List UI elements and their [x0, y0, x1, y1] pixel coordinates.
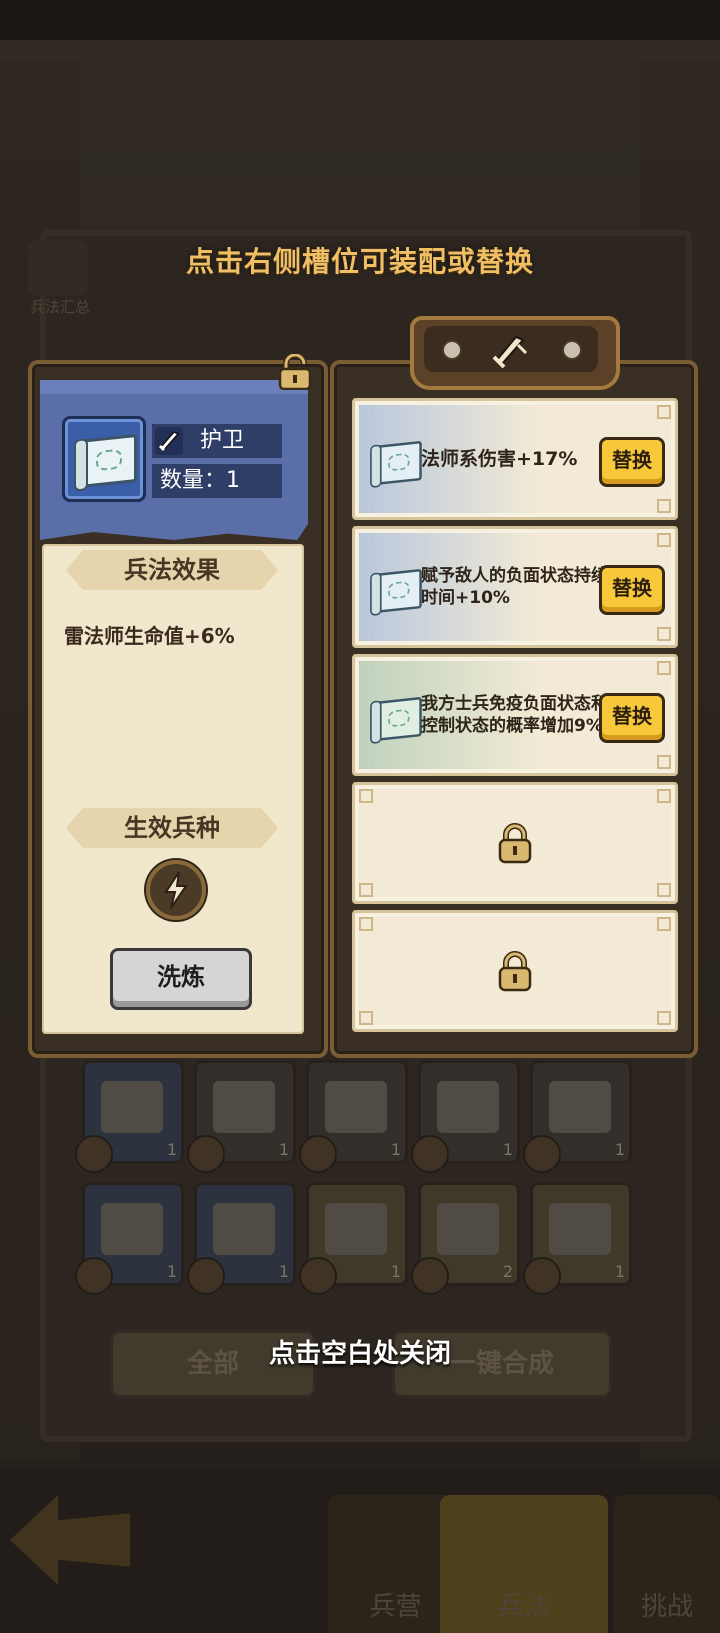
slot-corner-ornament	[359, 1011, 373, 1025]
tactic-scroll-icon	[374, 568, 422, 614]
header-highlight	[40, 380, 308, 394]
locked-slot[interactable]	[352, 782, 678, 904]
slot-corner-ornament	[657, 789, 671, 803]
slot-corner-ornament	[657, 883, 671, 897]
slot-corner-ornament	[657, 405, 671, 419]
locked-slot[interactable]	[352, 910, 678, 1032]
lightning-icon	[146, 860, 206, 920]
effect-title: 兵法效果	[66, 550, 278, 590]
slot-corner-ornament	[657, 499, 671, 513]
slot-effect-text: 赋予敌人的负面状态持续时间+10%	[421, 566, 608, 608]
slot-corner-ornament	[359, 883, 373, 897]
slot-corner-ornament	[657, 755, 671, 769]
slot-corner-ornament	[657, 627, 671, 641]
replace-button[interactable]: 替换	[599, 693, 665, 743]
tactic-scroll-icon	[62, 416, 146, 502]
unit-type-title: 生效兵种	[66, 808, 278, 848]
slot-corner-ornament	[657, 917, 671, 931]
tactic-name: 护卫	[200, 428, 245, 453]
slot-corner-ornament	[359, 789, 373, 803]
lock-icon	[498, 823, 532, 864]
replace-button[interactable]: 替换	[599, 565, 665, 615]
replace-button[interactable]: 替换	[599, 437, 665, 487]
tactic-slot[interactable]: 赋予敌人的负面状态持续时间+10% 替换	[352, 526, 678, 648]
slot-corner-ornament	[657, 661, 671, 675]
slot-effect-text: 我方士兵免疫负面状态和控制状态的概率增加9%	[421, 694, 608, 736]
sword-icon	[155, 427, 183, 455]
tactic-slot[interactable]: 我方士兵免疫负面状态和控制状态的概率增加9% 替换	[352, 654, 678, 776]
tactic-scroll-icon	[374, 696, 422, 742]
close-hint[interactable]: 点击空白处关闭	[0, 1330, 720, 1378]
rivet	[562, 340, 582, 360]
tactic-quantity: 数量：1	[160, 468, 240, 493]
rivet	[442, 340, 462, 360]
slot-effect-text: 法师系伤害+17%	[421, 448, 578, 470]
refine-button[interactable]: 洗炼	[110, 948, 252, 1010]
lock-icon	[498, 951, 532, 992]
tactic-scroll-icon	[374, 440, 422, 486]
refine-label: 洗炼	[157, 963, 205, 991]
slot-corner-ornament	[359, 917, 373, 931]
sword-icon	[492, 335, 528, 369]
unlock-icon[interactable]	[276, 354, 314, 390]
effect-text: 雷法师生命值+6%	[64, 624, 235, 648]
equip-hint: 点击右侧槽位可装配或替换	[185, 245, 534, 278]
slot-corner-ornament	[657, 533, 671, 547]
slot-corner-ornament	[657, 1011, 671, 1025]
tactic-slot[interactable]: 法师系伤害+17% 替换	[352, 398, 678, 520]
